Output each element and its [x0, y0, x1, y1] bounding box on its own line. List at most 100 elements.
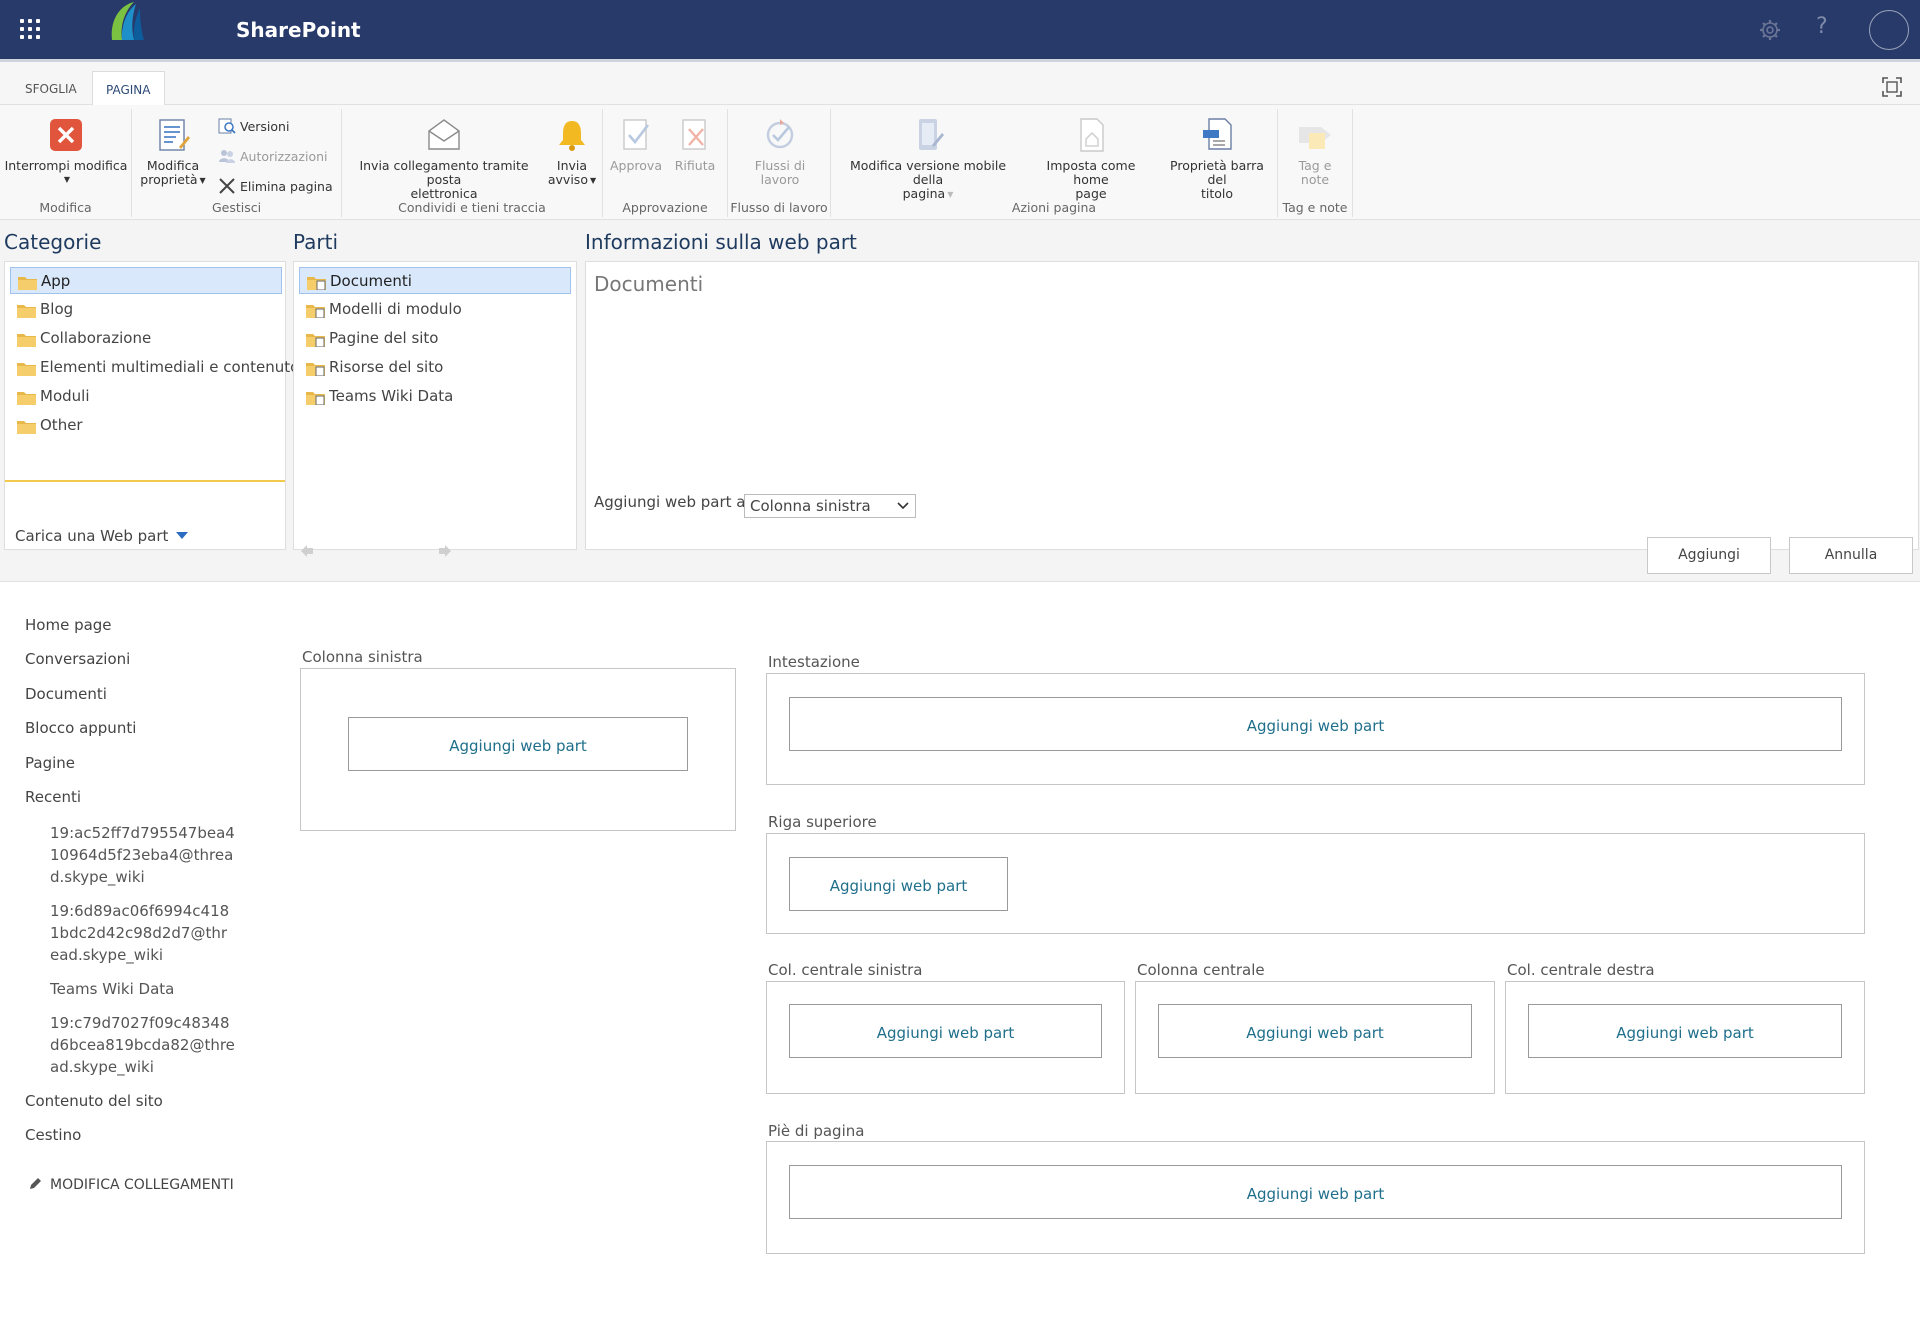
edit-links-button[interactable]: MODIFICA COLLEGAMENTI [28, 1177, 234, 1193]
ribbon-tab-bar: SFOGLIA PAGINA [0, 59, 1920, 108]
nav-recent-item[interactable]: 19:c79d7027f09c48348d6bcea819bcda82@thre… [50, 1012, 235, 1078]
part-item-label: Teams Wiki Data [329, 387, 454, 405]
zone-left-column: Aggiungi web part [300, 668, 736, 831]
web-part-adder: Categorie App Blog Collaborazione Elementi … [0, 220, 1920, 582]
nav-item-site-contents[interactable]: Contenuto del sito [25, 1092, 163, 1110]
zone-label-footer: Piè di pagina [768, 1122, 865, 1140]
zone-header: Aggiungi web part [766, 673, 1865, 785]
add-web-part-button[interactable]: Aggiungi web part [789, 697, 1842, 751]
homepage-icon [1080, 118, 1104, 152]
folder-document-icon [306, 305, 325, 318]
title-bar-label-2: titolo [1200, 186, 1234, 201]
nav-recent-item[interactable]: Teams Wiki Data [50, 978, 235, 1000]
category-item[interactable]: Moduli [10, 383, 282, 410]
zone-label-center: Colonna centrale [1137, 961, 1265, 979]
nav-item-notebook[interactable]: Blocco appunti [25, 719, 136, 737]
ribbon-group-gestisci: Modifica proprietà ▼ Versioni Autorizzazi… [132, 109, 342, 217]
mobile-version-label-1: Modifica versione mobile della [849, 158, 1007, 187]
nav-item-recycle-bin[interactable]: Cestino [25, 1126, 81, 1144]
part-item-label: Documenti [330, 272, 412, 290]
zone-center: Aggiungi web part [1135, 981, 1495, 1094]
category-item[interactable]: Elementi multimediali e contenuto [10, 354, 299, 381]
tag-icon [1299, 127, 1331, 149]
category-item[interactable]: App [10, 267, 282, 294]
category-item-label: Elementi multimediali e contenuto [40, 358, 300, 376]
help-icon[interactable]: ? [1816, 14, 1828, 39]
stop-edit-icon [50, 119, 82, 151]
ribbon-group-azioni: Modifica versione mobile della pagina ▼ I… [831, 109, 1278, 217]
nav-item-recent[interactable]: Recenti [25, 788, 81, 806]
tab-sfoglia[interactable]: SFOGLIA [25, 82, 77, 96]
category-item[interactable]: Collaborazione [10, 325, 282, 352]
delete-icon [219, 178, 235, 194]
fullscreen-icon[interactable] [1882, 77, 1902, 97]
versions-button[interactable]: Versioni [218, 117, 289, 135]
arrow-right-icon[interactable] [438, 544, 452, 558]
workflows-button[interactable]: Flussi di lavoro [736, 109, 824, 187]
folder-icon [17, 334, 36, 347]
alert-me-button[interactable]: Invia avviso ▼ [546, 109, 598, 188]
add-button[interactable]: Aggiungi [1647, 537, 1771, 574]
nav-item-documents[interactable]: Documenti [25, 685, 107, 703]
site-logo[interactable] [104, 0, 148, 44]
zone-center-right: Aggiungi web part [1505, 981, 1865, 1094]
nav-item-home[interactable]: Home page [25, 616, 112, 634]
add-to-select[interactable]: Colonna sinistra [744, 494, 916, 518]
cancel-button[interactable]: Annulla [1789, 537, 1913, 574]
folder-icon [17, 392, 36, 405]
brand-title[interactable]: SharePoint [236, 18, 361, 42]
part-item[interactable]: Pagine del sito [299, 325, 571, 352]
set-homepage-button[interactable]: Imposta come home page [1027, 109, 1155, 201]
arrow-left-icon[interactable] [300, 544, 314, 558]
ribbon-group-modifica: Interrompi modifica ▼ Modifica [0, 109, 132, 217]
zone-label-header: Intestazione [768, 653, 860, 671]
permissions-button[interactable]: Autorizzazioni [218, 147, 328, 165]
group-label-approvazione: Approvazione [622, 200, 708, 215]
mobile-version-button[interactable]: Modifica versione mobile della pagina ▼ [835, 109, 1021, 202]
email-link-button[interactable]: Invia collegamento tramite posta elettro… [346, 109, 542, 201]
delete-page-button[interactable]: Elimina pagina [218, 177, 333, 195]
part-item[interactable]: Risorse del sito [299, 354, 571, 381]
edit-links-label: MODIFICA COLLEGAMENTI [50, 1177, 234, 1193]
add-web-part-button[interactable]: Aggiungi web part [348, 717, 688, 771]
zone-label-center-left: Col. centrale sinistra [768, 961, 923, 979]
nav-recent-item[interactable]: 19:ac52ff7d795547bea410964d5f23eba4@thre… [50, 822, 235, 888]
stop-edit-label: Interrompi modifica [4, 158, 128, 173]
category-item[interactable]: Other [10, 412, 282, 439]
tab-pagina[interactable]: PAGINA [92, 71, 165, 108]
gear-icon[interactable] [1756, 16, 1784, 44]
title-bar-properties-button[interactable]: Proprietà barra del titolo [1159, 109, 1275, 201]
approve-button[interactable]: Approva [608, 109, 664, 173]
part-item[interactable]: Modelli di modulo [299, 296, 571, 323]
add-web-part-button[interactable]: Aggiungi web part [789, 1004, 1102, 1058]
category-item[interactable]: Blog [10, 296, 282, 323]
reject-button[interactable]: Rifiuta [667, 109, 723, 173]
group-label-condividi: Condividi e tieni traccia [398, 200, 546, 215]
waffle-icon[interactable] [18, 17, 42, 41]
add-web-part-button[interactable]: Aggiungi web part [789, 1165, 1842, 1219]
part-item-label: Pagine del sito [329, 329, 439, 347]
nav-item-pages[interactable]: Pagine [25, 754, 75, 772]
stop-edit-button[interactable]: Interrompi modifica ▼ [4, 109, 128, 187]
part-item[interactable]: Teams Wiki Data [299, 383, 571, 410]
ribbon-group-tag: Tag e note Tag e note [1278, 109, 1353, 217]
folder-document-icon [306, 392, 325, 405]
divider [5, 480, 285, 482]
mobile-version-label-2: pagina [902, 186, 946, 201]
nav-item-conversations[interactable]: Conversazioni [25, 650, 130, 668]
part-item[interactable]: Documenti [299, 267, 571, 294]
add-web-part-button[interactable]: Aggiungi web part [1528, 1004, 1842, 1058]
tags-notes-button[interactable]: Tag e note [1284, 109, 1346, 187]
edit-properties-label-2: proprietà [140, 172, 198, 187]
bell-icon [559, 121, 585, 151]
upload-web-part-link[interactable]: Carica una Web part [15, 527, 189, 545]
zone-label-left: Colonna sinistra [302, 648, 423, 666]
avatar[interactable] [1869, 10, 1909, 50]
add-web-part-button[interactable]: Aggiungi web part [789, 857, 1008, 911]
email-link-label-2: elettronica [410, 186, 478, 201]
edit-properties-button[interactable]: Modifica proprietà ▼ [138, 109, 208, 188]
add-web-part-button[interactable]: Aggiungi web part [1158, 1004, 1472, 1058]
group-label-tag: Tag e note [1282, 200, 1348, 215]
parts-title: Parti [293, 230, 339, 254]
nav-recent-item[interactable]: 19:6d89ac06f6994c4181bdc2d42c98d2d7@thre… [50, 900, 235, 966]
